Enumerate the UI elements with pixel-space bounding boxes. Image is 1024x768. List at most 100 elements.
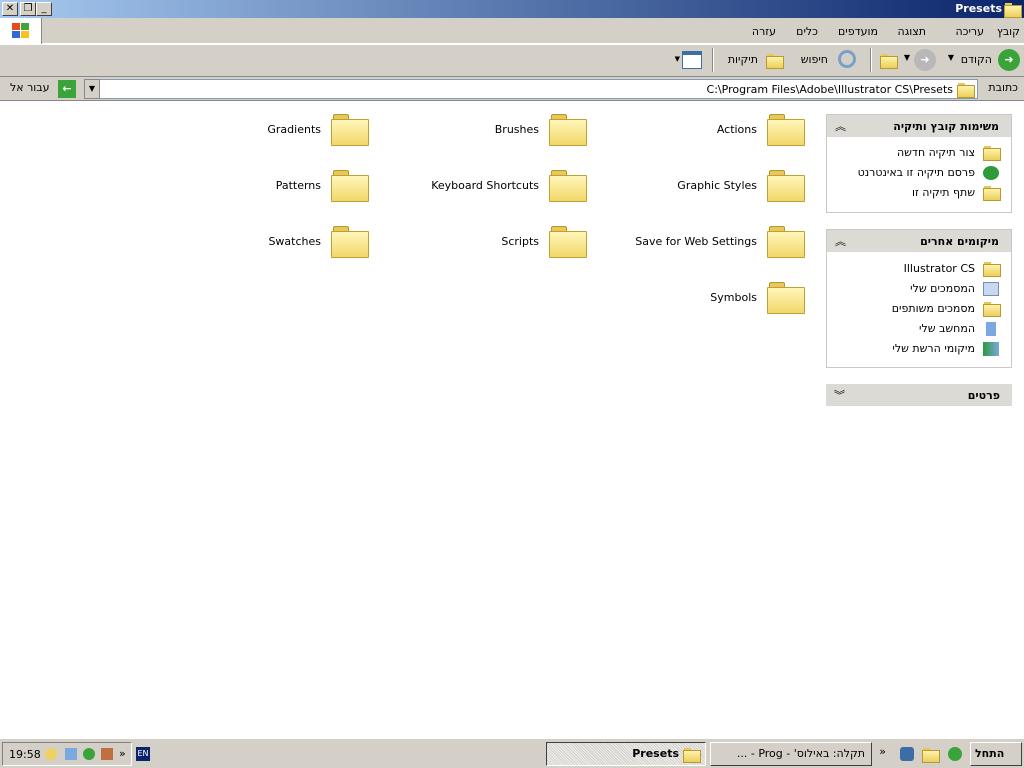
search-button[interactable]: חיפוש <box>801 53 828 66</box>
clock: 19:58 <box>9 748 41 761</box>
place-label: Illustrator CS <box>903 262 975 275</box>
quicklaunch-more[interactable]: » <box>879 745 886 758</box>
folder-item[interactable]: Graphic Styles <box>585 168 805 208</box>
folder-icon <box>767 170 805 202</box>
panel-title: פרטים <box>967 389 1000 402</box>
views-icon[interactable] <box>682 51 702 69</box>
back-dropdown-icon[interactable]: ▼ <box>948 53 954 62</box>
start-button[interactable]: התחל <box>970 742 1022 766</box>
views-dropdown-icon[interactable]: ▼ <box>675 55 680 63</box>
taskbar-item-ie[interactable]: תקלה: באילוס' - Prog - ... <box>710 742 872 766</box>
forward-dropdown-icon[interactable]: ▼ <box>904 53 910 62</box>
globe-icon <box>983 166 999 180</box>
minimize-button[interactable]: _ <box>36 2 52 16</box>
panel-title: מיקומים אחרים <box>920 235 999 248</box>
place-my-documents[interactable]: המסמכים שלי <box>827 279 1011 299</box>
quicklaunch-icon[interactable] <box>922 748 940 763</box>
folder-icon <box>767 114 805 146</box>
separator <box>870 48 872 72</box>
icq-icon[interactable] <box>948 747 962 761</box>
details-panel: פרטים ︾ <box>826 384 1012 406</box>
menu-file[interactable]: קובץ <box>997 25 1020 38</box>
up-folder-icon[interactable] <box>880 54 898 69</box>
taskbar-item-presets[interactable]: Presets <box>546 742 706 766</box>
folder-icon <box>331 226 369 258</box>
language-indicator[interactable]: EN <box>136 747 150 761</box>
title-bar: ✕ ❐ _ Presets <box>0 0 1024 18</box>
place-label: המסמכים שלי <box>910 282 975 295</box>
taskbar: התחל » תקלה: באילוס' - Prog - ... Preset… <box>0 738 1024 768</box>
tray-icon[interactable] <box>45 748 57 760</box>
task-label: צור תיקיה חדשה <box>896 146 975 159</box>
folder-icon <box>983 262 1001 277</box>
menu-edit[interactable]: עריכה <box>955 25 984 38</box>
task-publish-web[interactable]: פרסם תיקיה זו באינטרנט <box>827 163 1011 183</box>
folder-item[interactable]: Keyboard Shortcuts <box>367 168 587 208</box>
collapse-icon[interactable]: ︽ <box>835 118 846 134</box>
panel-header[interactable]: משימות קובץ ותיקיה ︽ <box>827 115 1011 137</box>
back-button[interactable]: הקודם <box>961 53 992 66</box>
menu-view[interactable]: תצוגה <box>898 25 926 38</box>
panel-header[interactable]: פרטים ︾ <box>826 384 1012 406</box>
file-folder-tasks-panel: משימות קובץ ותיקיה ︽ צור תיקיה חדשה פרסם … <box>826 114 1012 213</box>
folder-icon <box>549 226 587 258</box>
folder-label: Swatches <box>268 235 321 248</box>
menu-help[interactable]: עזרה <box>752 25 776 38</box>
network-tray-icon[interactable] <box>65 748 77 760</box>
folder-icon <box>683 748 701 763</box>
collapse-icon[interactable]: ︽ <box>835 233 846 249</box>
place-my-computer[interactable]: המחשב שלי <box>827 319 1011 339</box>
folders-icon[interactable] <box>766 54 784 69</box>
folder-item[interactable]: Swatches <box>149 224 369 264</box>
folder-item[interactable]: Symbols <box>585 280 805 320</box>
share-folder-icon <box>983 186 1001 201</box>
folder-label: Graphic Styles <box>677 179 757 192</box>
expand-icon[interactable]: ︾ <box>834 387 845 403</box>
folder-icon <box>767 282 805 314</box>
place-illustrator-cs[interactable]: Illustrator CS <box>827 259 1011 279</box>
menu-favorites[interactable]: מועדפים <box>838 25 878 38</box>
folder-label: Symbols <box>710 291 757 304</box>
folder-item[interactable]: Save for Web Settings <box>585 224 805 264</box>
address-input[interactable]: C:\Program Files\Adobe\Illustrator CS\Pr… <box>84 79 978 99</box>
task-share-folder[interactable]: שתף תיקיה זו <box>827 183 1011 203</box>
place-shared-documents[interactable]: מסמכים משותפים <box>827 299 1011 319</box>
folder-item[interactable]: Gradients <box>149 112 369 152</box>
task-new-folder[interactable]: צור תיקיה חדשה <box>827 143 1011 163</box>
folder-label: Gradients <box>267 123 321 136</box>
address-value: C:\Program Files\Adobe\Illustrator CS\Pr… <box>706 83 953 96</box>
folder-item[interactable]: Brushes <box>367 112 587 152</box>
folder-icon <box>957 83 975 98</box>
folder-icon <box>767 226 805 258</box>
folder-icon <box>331 170 369 202</box>
other-places-panel: מיקומים אחרים ︽ Illustrator CS המסמכים של… <box>826 229 1012 368</box>
panel-header[interactable]: מיקומים אחרים ︽ <box>827 230 1011 252</box>
place-label: מיקומי הרשת שלי <box>892 342 975 355</box>
new-folder-icon <box>983 146 1001 161</box>
task-label: Presets <box>632 747 679 760</box>
folder-icon <box>549 114 587 146</box>
address-label: כתובת <box>988 81 1018 94</box>
tray-icon[interactable] <box>101 748 113 760</box>
folder-label: Brushes <box>494 123 539 136</box>
forward-arrow-icon[interactable]: ➜ <box>914 49 936 71</box>
folder-item[interactable]: Patterns <box>149 168 369 208</box>
tray-more[interactable]: » <box>119 747 126 760</box>
go-button[interactable]: עבור אל <box>10 81 50 94</box>
menu-tools[interactable]: כלים <box>796 25 818 38</box>
address-dropdown-button[interactable]: ▼ <box>84 79 100 99</box>
back-arrow-icon[interactable]: ➜ <box>998 49 1020 71</box>
folder-item[interactable]: Scripts <box>367 224 587 264</box>
toolbar: ➜ הקודם ▼ ➜ ▼ חיפוש תיקיות ▼ <box>0 45 1024 77</box>
icq-tray-icon[interactable] <box>83 748 95 760</box>
folders-button[interactable]: תיקיות <box>728 53 758 66</box>
place-network[interactable]: מיקומי הרשת שלי <box>827 339 1011 359</box>
go-arrow-icon[interactable]: ← <box>58 80 76 98</box>
folder-label: Patterns <box>275 179 321 192</box>
ie-icon[interactable] <box>900 747 914 761</box>
close-button[interactable]: ✕ <box>2 2 18 16</box>
restore-button[interactable]: ❐ <box>20 2 36 16</box>
folder-item[interactable]: Actions <box>585 112 805 152</box>
search-icon[interactable] <box>838 50 856 68</box>
documents-icon <box>983 282 999 296</box>
